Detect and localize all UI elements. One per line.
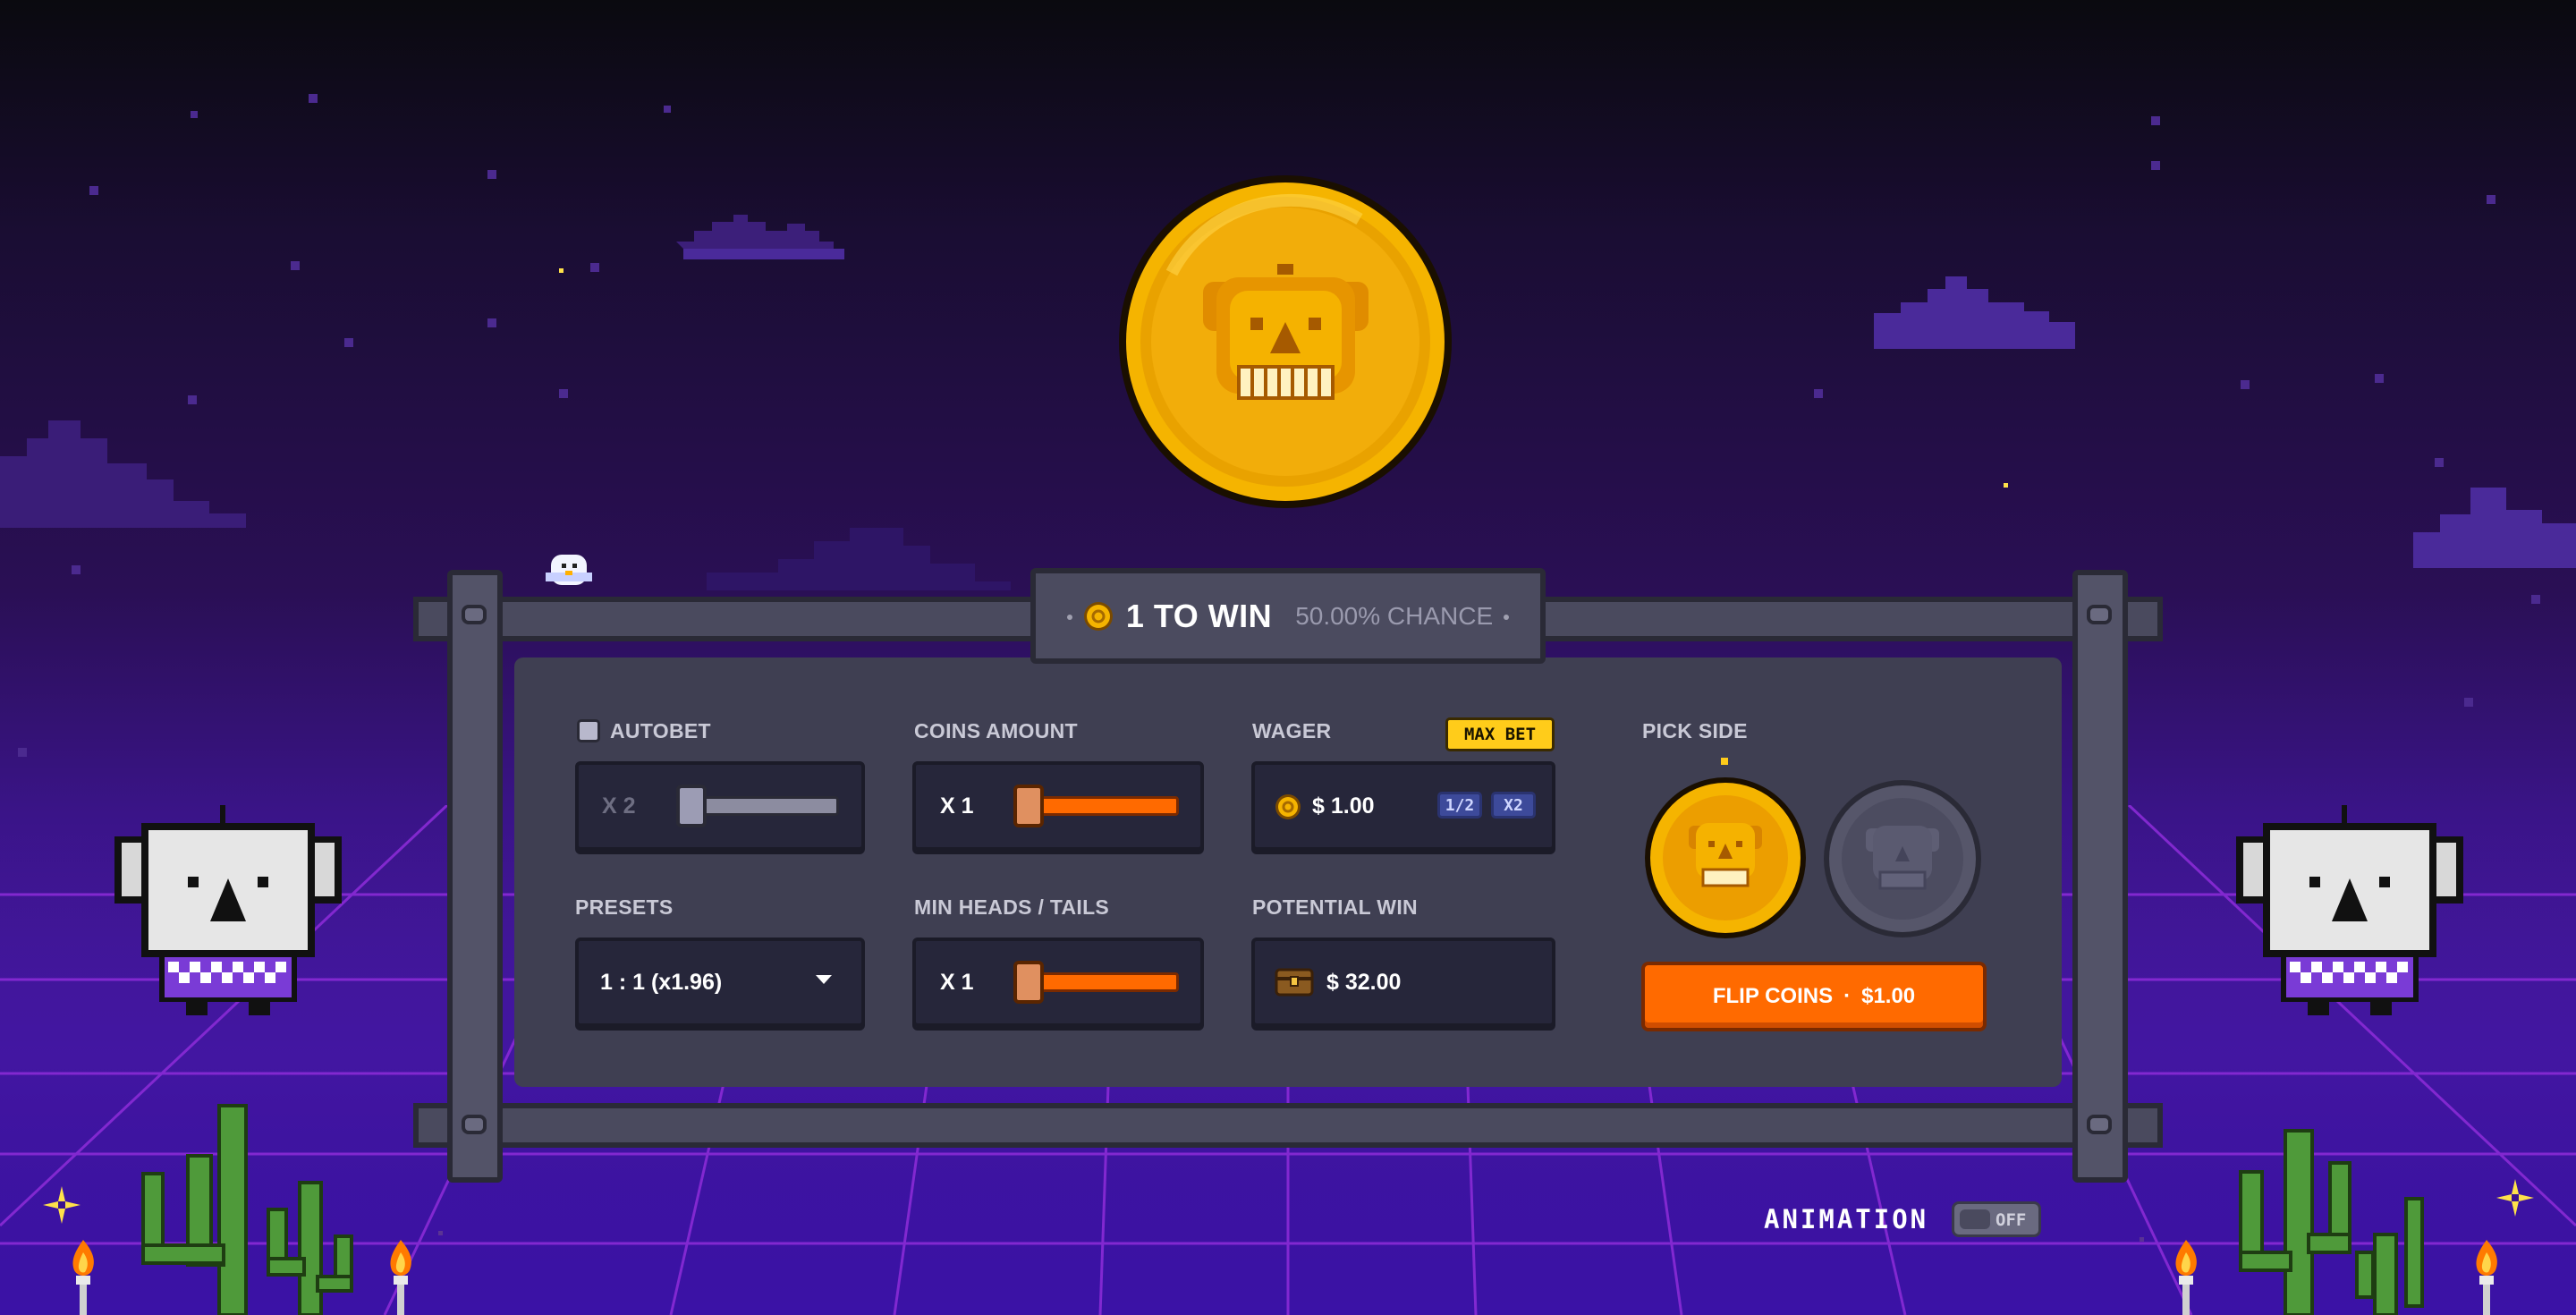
min-heads-tails-slider-thumb[interactable] xyxy=(1013,961,1044,1004)
selection-indicator-icon xyxy=(1721,758,1728,765)
treasure-chest-icon xyxy=(1275,968,1314,997)
title-plate: 1 TO WIN 50.00% CHANCE xyxy=(1030,568,1546,664)
double-wager-button[interactable]: X2 xyxy=(1491,792,1536,819)
sparkle-icon xyxy=(2496,1179,2534,1217)
bolt-icon xyxy=(2087,1115,2112,1134)
potential-win-label: POTENTIAL WIN xyxy=(1252,895,1418,919)
win-count: 1 TO WIN xyxy=(1125,597,1273,634)
autobet-slider-thumb[interactable] xyxy=(676,785,707,827)
cloud xyxy=(0,420,246,528)
cactus-icon xyxy=(141,1104,353,1315)
autobet-multiplier: X 2 xyxy=(602,793,636,819)
frame-right-post xyxy=(2072,570,2128,1183)
heads-coin-option[interactable] xyxy=(1644,776,1807,939)
min-heads-tails-label: MIN HEADS / TAILS xyxy=(914,895,1110,919)
koala-mascot-left xyxy=(114,805,342,1015)
frame-left-post xyxy=(447,570,503,1183)
flip-coins-button[interactable]: FLIP COINS · $1.00 xyxy=(1641,962,1987,1031)
cloud xyxy=(1874,276,2075,349)
max-bet-button[interactable]: MAX BET xyxy=(1445,717,1555,751)
cloud xyxy=(707,528,1011,590)
coins-amount-label: COINS AMOUNT xyxy=(914,719,1078,742)
potential-win-amount: $ 32.00 xyxy=(1326,970,1402,995)
torch-icon xyxy=(390,1240,411,1315)
flip-separator: · xyxy=(1843,984,1852,1008)
toggle-knob xyxy=(1960,1209,1990,1229)
chevron-down-icon[interactable] xyxy=(816,975,832,986)
autobet-checkbox[interactable] xyxy=(577,719,600,742)
coins-amount-slider-track[interactable] xyxy=(1036,796,1179,816)
sparkle-icon xyxy=(43,1186,80,1224)
bolt-icon xyxy=(462,605,487,624)
bolt-icon xyxy=(2087,605,2112,624)
torch-icon xyxy=(2476,1240,2497,1315)
pick-side-label: PICK SIDE xyxy=(1642,719,1748,742)
bolt-icon xyxy=(462,1115,487,1134)
coin-icon xyxy=(1083,601,1113,631)
animation-state: OFF xyxy=(1996,1210,2027,1230)
torch-icon xyxy=(72,1240,94,1315)
tails-coin-option[interactable] xyxy=(1823,779,1982,938)
koala-mascot-right xyxy=(2236,805,2463,1015)
autobet-slider-track[interactable] xyxy=(687,796,839,816)
wager-label: WAGER xyxy=(1252,719,1332,742)
bird-icon xyxy=(546,555,592,585)
koala-coin-icon xyxy=(1119,175,1452,508)
min-heads-tails-slider-track[interactable] xyxy=(1036,972,1179,992)
presets-label: PRESETS xyxy=(575,895,674,919)
coin-icon xyxy=(1275,794,1301,819)
win-chance: 50.00% CHANCE xyxy=(1295,601,1494,630)
torch-icon xyxy=(2175,1240,2197,1315)
presets-selected: 1 : 1 (x1.96) xyxy=(600,970,723,995)
half-wager-button[interactable]: 1/2 xyxy=(1437,792,1482,819)
animation-toggle[interactable]: OFF xyxy=(1952,1201,2041,1237)
wager-amount[interactable]: $ 1.00 xyxy=(1312,793,1375,819)
cloud xyxy=(2413,488,2576,568)
cloud xyxy=(676,215,844,259)
flip-coins-label: FLIP COINS xyxy=(1712,984,1834,1008)
animation-label: ANIMATION xyxy=(1764,1204,1929,1234)
coins-amount-value: X 1 xyxy=(940,793,974,819)
flip-amount: $1.00 xyxy=(1861,984,1916,1008)
min-heads-tails-value: X 1 xyxy=(940,970,974,995)
frame-bottom-rail xyxy=(413,1103,2163,1148)
autobet-label: AUTOBET xyxy=(610,719,711,742)
coins-amount-slider-thumb[interactable] xyxy=(1013,785,1044,827)
cactus-icon xyxy=(2239,1129,2424,1315)
